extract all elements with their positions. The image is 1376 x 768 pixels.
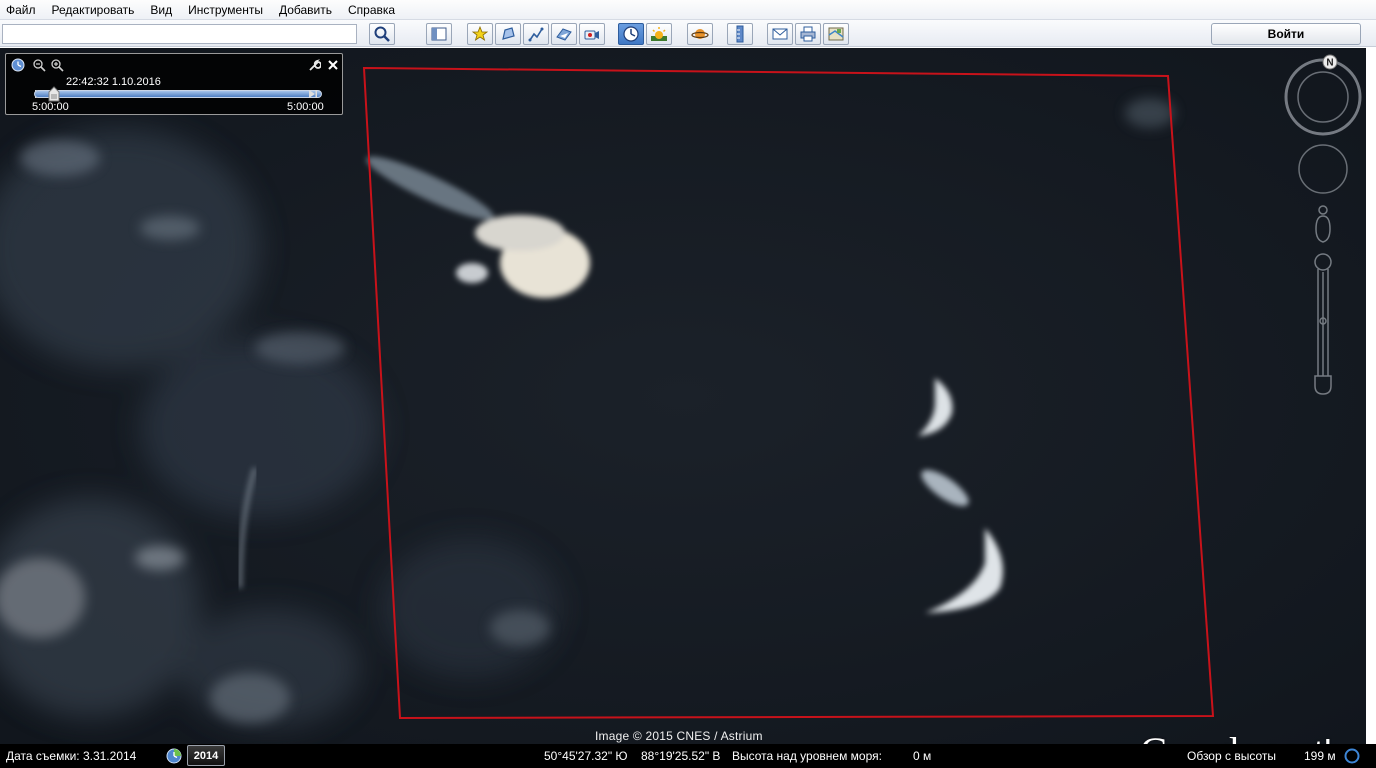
compass-ring[interactable] [1284,58,1362,136]
elevation-label: Высота над уровнем моря: [732,749,882,763]
street-view-pegman-icon[interactable] [1315,205,1331,243]
capture-date: Дата съемки: 3.31.2014 [6,749,137,763]
menu-file[interactable]: Файл [0,0,44,20]
eye-altitude-value: 199 м [1304,749,1336,763]
step-forward-icon[interactable] [308,89,318,99]
navigation-controls: N [1284,54,1362,395]
menu-help[interactable]: Справка [340,0,403,20]
compass-north-label: N [1326,58,1333,69]
historical-clock-icon[interactable] [166,748,182,764]
login-button[interactable]: Войти [1211,23,1361,45]
menu-edit[interactable]: Редактировать [44,0,143,20]
magnifier-icon [374,26,390,42]
time-start-label: 5:00:00 [32,101,69,113]
menu-tools[interactable]: Инструменты [180,0,271,20]
longitude-readout: 88°19'25.52" В [641,749,721,763]
menu-bar: Файл Редактировать Вид Инструменты Добав… [0,0,1376,20]
add-polygon-button[interactable] [495,23,521,45]
sidebar-icon [431,27,447,41]
eye-altitude-label: Обзор с высоты [1187,749,1276,763]
path-icon [528,27,544,42]
record-tour-icon [584,30,599,40]
ruler-button[interactable] [727,23,753,45]
look-joystick[interactable] [1298,144,1348,194]
ruler-icon [736,25,744,43]
clock-icon [623,26,639,42]
close-icon[interactable] [326,58,340,72]
print-button[interactable] [795,23,821,45]
elevation-value: 0 м [913,749,932,763]
imagery-attribution: Image © 2015 CNES / Astrium [595,729,763,743]
zoom-out-time-icon[interactable] [32,58,46,72]
view-in-maps-button[interactable] [823,23,849,45]
add-placemark-button[interactable] [467,23,493,45]
sidebar-toggle-button[interactable] [426,23,452,45]
add-path-button[interactable] [523,23,549,45]
menu-view[interactable]: Вид [142,0,180,20]
toolbar: Войти [0,20,1376,47]
map-viewport[interactable]: Image © 2015 CNES / Astrium Google earth [0,48,1366,744]
record-tour-button[interactable] [579,23,605,45]
planet-icon [691,29,709,39]
satellite-imagery [0,48,1366,744]
add-image-overlay-button[interactable] [551,23,577,45]
envelope-icon [772,28,788,40]
clock-icon[interactable] [11,58,25,72]
image-overlay-icon [556,28,572,41]
historical-imagery-button[interactable] [618,23,644,45]
email-button[interactable] [767,23,793,45]
search-button[interactable] [369,23,395,45]
switch-planet-button[interactable] [687,23,713,45]
zoom-slider[interactable] [1314,253,1332,395]
menu-add[interactable]: Добавить [271,0,340,20]
wrench-icon[interactable] [307,58,321,72]
google-earth-logo: Google earth [1140,728,1344,744]
sunlight-button[interactable] [646,23,672,45]
sun-icon [651,27,667,41]
logo-earth-text: earth [1262,732,1344,744]
right-edge [1366,48,1376,768]
imagery-year-badge[interactable]: 2014 [187,745,225,766]
logo-google-text: Google [1140,729,1258,744]
streaming-indicator-icon [1344,748,1360,764]
printer-icon [800,26,816,42]
map-icon [828,27,844,41]
search-input[interactable] [2,24,357,44]
time-end-label: 5:00:00 [287,101,324,113]
polygon-icon [502,27,515,40]
time-slider-track[interactable] [34,90,322,98]
time-current-label: 22:42:32 1.10.2016 [66,76,161,88]
time-slider-thumb[interactable] [48,86,60,102]
historical-imagery-slider: 22:42:32 1.10.2016 5:00:00 5:00:00 [5,53,343,115]
latitude-readout: 50°45'27.32" Ю [544,749,628,763]
zoom-in-time-icon[interactable] [50,58,64,72]
pushpin-star-icon [471,25,489,41]
